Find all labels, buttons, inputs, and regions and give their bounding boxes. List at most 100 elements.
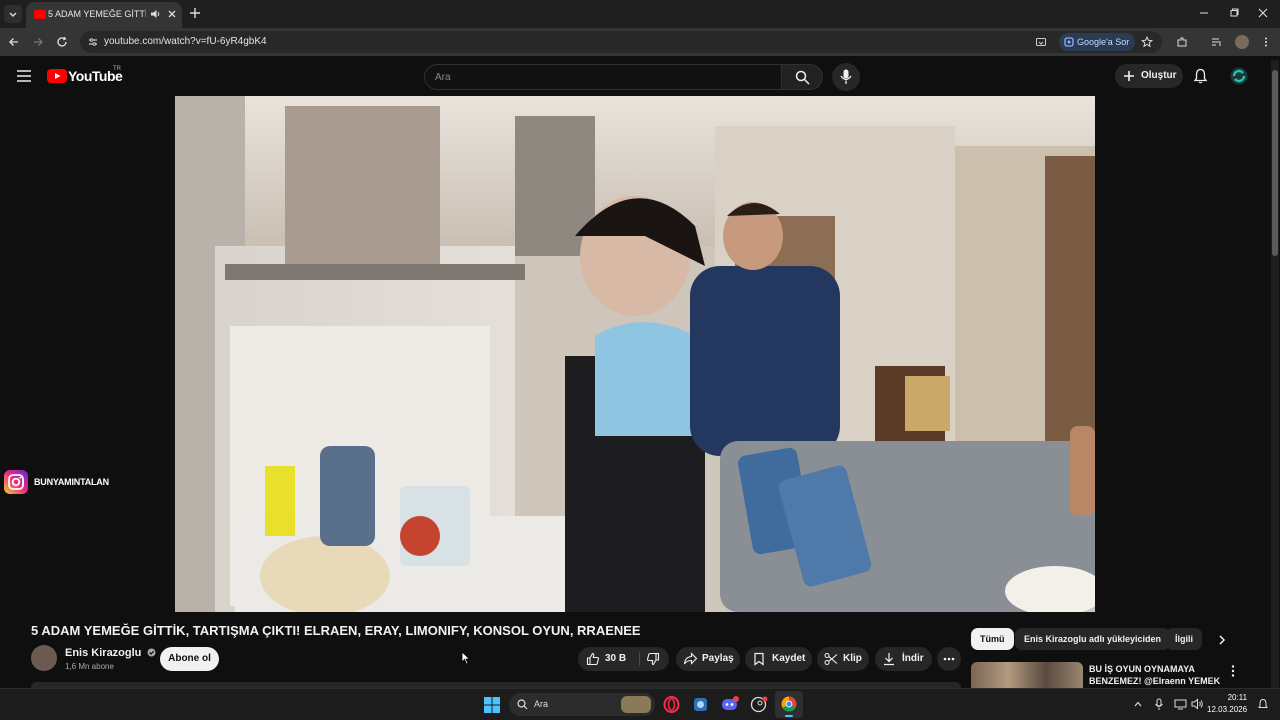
tab-title: 5 ADAM YEMEĞE GİTTİK, TA	[48, 9, 146, 19]
share-label: Paylaş	[702, 653, 734, 664]
clip-button[interactable]: Klip	[817, 647, 869, 671]
like-count: 30 B	[605, 653, 627, 664]
ask-google-button[interactable]: Google'a Sor	[1059, 33, 1136, 51]
search-button[interactable]	[781, 64, 823, 90]
network-icon[interactable]	[1174, 698, 1188, 710]
create-label: Oluştur	[1141, 70, 1177, 81]
cast-icon[interactable]	[1035, 36, 1047, 48]
mouse-cursor-icon	[461, 651, 471, 665]
windows-taskbar: Ara 20:11 12.03.2026	[0, 688, 1280, 720]
channel-avatar[interactable]	[31, 645, 57, 671]
channel-name[interactable]: Enis Kirazoglu	[65, 647, 156, 659]
new-tab-icon[interactable]	[188, 6, 202, 20]
instagram-handle: BUNYAMINTALAN	[34, 477, 109, 487]
share-button[interactable]: Paylaş	[676, 647, 740, 671]
voice-search-button[interactable]	[832, 63, 860, 91]
more-actions-button[interactable]	[937, 647, 961, 671]
tab-search-button[interactable]	[4, 5, 22, 23]
app-icon[interactable]	[692, 696, 709, 713]
account-avatar[interactable]	[1230, 67, 1248, 85]
profile-avatar[interactable]	[1235, 35, 1249, 49]
browser-tab-strip: 5 ADAM YEMEĞE GİTTİK, TA	[0, 0, 1280, 28]
download-label: İndir	[902, 653, 924, 664]
scrollbar-thumb[interactable]	[1272, 70, 1278, 256]
forward-icon[interactable]	[32, 36, 44, 48]
taskbar-search[interactable]: Ara	[509, 693, 655, 716]
chip-uploader[interactable]: Enis Kirazoglu adlı yükleyiciden	[1015, 628, 1171, 650]
download-button[interactable]: İndir	[875, 647, 932, 671]
back-icon[interactable]	[8, 36, 20, 48]
youtube-logo-icon[interactable]	[47, 69, 67, 83]
channel-name-text: Enis Kirazoglu	[65, 647, 142, 659]
subscribe-button[interactable]: Abone ol	[160, 647, 219, 671]
search-icon	[795, 70, 810, 85]
like-button[interactable]: 30 B	[578, 647, 638, 671]
url-text: youtube.com/watch?v=fU-6yR4gbK4	[104, 36, 267, 47]
chip-all[interactable]: Tümü	[971, 628, 1014, 650]
chrome-taskbar-button[interactable]	[775, 691, 803, 718]
bookmark-icon	[754, 652, 764, 666]
restore-icon[interactable]	[1228, 7, 1240, 19]
video-frame	[175, 96, 1095, 612]
active-app-indicator	[785, 715, 793, 717]
browser-toolbar: youtube.com/watch?v=fU-6yR4gbK4 Google'a…	[0, 28, 1280, 56]
extensions-icon[interactable]	[1176, 36, 1188, 48]
plus-icon	[1124, 71, 1134, 81]
verified-check-icon	[147, 648, 156, 657]
share-icon	[683, 652, 698, 665]
browser-tab[interactable]: 5 ADAM YEMEĞE GİTTİK, TA	[26, 2, 182, 28]
browser-menu-icon[interactable]	[1260, 36, 1272, 48]
thumbs-up-icon	[586, 652, 600, 666]
chevron-up-icon[interactable]	[1133, 699, 1143, 709]
chip-related[interactable]: İlgili	[1166, 628, 1202, 650]
thumbs-down-icon	[646, 652, 660, 666]
search-input[interactable]: Ara	[424, 64, 782, 90]
save-button[interactable]: Kaydet	[745, 647, 812, 671]
speaker-icon[interactable]	[150, 8, 162, 20]
ask-google-label: Google'a Sor	[1077, 37, 1130, 47]
search-icon	[517, 699, 528, 710]
recommended-video-thumbnail[interactable]	[971, 662, 1083, 688]
notifications-bell-icon[interactable]	[1193, 68, 1208, 84]
clock-date: 12.03.2026	[1207, 705, 1248, 714]
address-bar[interactable]: youtube.com/watch?v=fU-6yR4gbK4 Google'a…	[80, 31, 1162, 53]
opera-gx-icon[interactable]	[663, 696, 680, 713]
video-title: 5 ADAM YEMEĞE GİTTİK, TARTIŞMA ÇIKTI! EL…	[31, 623, 641, 638]
youtube-favicon-icon	[34, 10, 46, 19]
instagram-icon	[4, 470, 28, 494]
page-scrollbar[interactable]	[1271, 60, 1279, 688]
notification-center-icon[interactable]	[1257, 698, 1269, 711]
discord-icon[interactable]	[721, 696, 739, 713]
microphone-icon[interactable]	[1154, 698, 1164, 711]
chrome-icon	[781, 696, 797, 712]
microphone-icon	[840, 69, 852, 84]
country-code: TR	[113, 66, 121, 72]
clip-label: Klip	[843, 653, 862, 664]
volume-icon[interactable]	[1191, 698, 1204, 710]
reload-icon[interactable]	[56, 36, 68, 48]
close-window-icon[interactable]	[1257, 7, 1269, 19]
search-placeholder: Ara	[435, 72, 451, 83]
subscriber-count: 1,6 Mn abone	[65, 662, 114, 671]
create-button[interactable]: Oluştur	[1115, 64, 1183, 88]
more-horizontal-icon	[943, 657, 955, 661]
save-label: Kaydet	[772, 653, 806, 664]
video-player[interactable]	[175, 96, 1095, 612]
more-vertical-icon[interactable]	[1228, 664, 1238, 678]
hamburger-menu-icon[interactable]	[16, 69, 32, 83]
minimize-icon[interactable]	[1198, 7, 1210, 19]
like-dislike-group: 30 B	[578, 647, 669, 671]
scissors-icon	[824, 653, 838, 665]
steam-icon[interactable]	[750, 696, 768, 713]
chevron-right-icon[interactable]	[1216, 634, 1228, 646]
system-clock[interactable]: 20:11 12.03.2026	[1207, 692, 1247, 716]
media-controls-icon[interactable]	[1211, 36, 1223, 48]
dislike-button[interactable]	[640, 647, 669, 671]
chevron-down-icon	[9, 12, 17, 17]
site-info-icon[interactable]	[87, 36, 99, 48]
taskbar-search-placeholder: Ara	[534, 699, 549, 709]
bookmark-star-icon[interactable]	[1141, 36, 1153, 48]
clock-time: 20:11	[1227, 693, 1248, 702]
close-tab-icon[interactable]	[166, 8, 178, 20]
windows-start-icon[interactable]	[484, 697, 500, 713]
